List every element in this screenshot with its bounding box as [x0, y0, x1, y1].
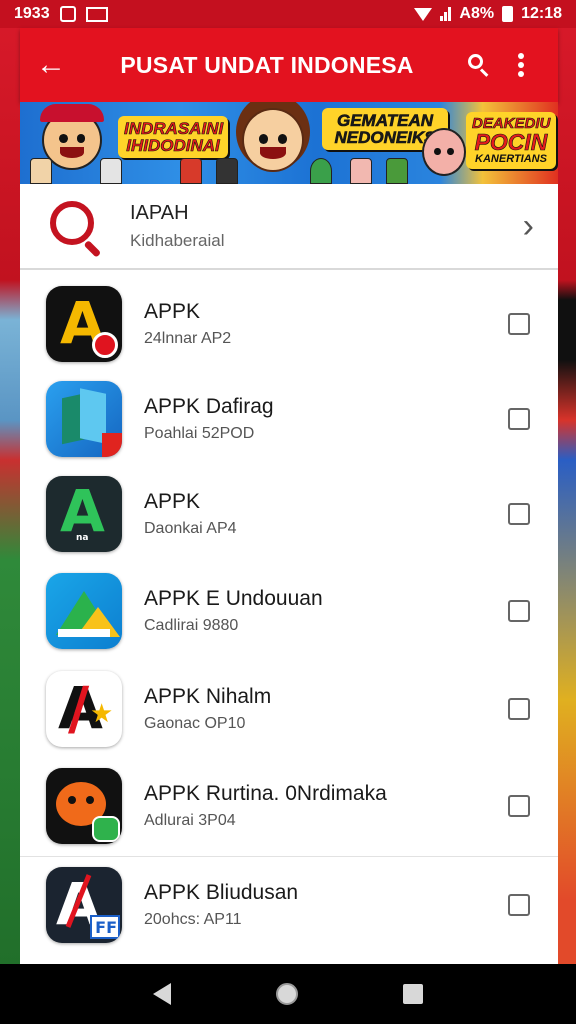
- app-subtitle: Daonkai AP4: [144, 519, 237, 537]
- list-item[interactable]: APPK E Undouuan Cadlirai 9880: [20, 562, 558, 659]
- mini-character: [350, 158, 372, 184]
- select-checkbox[interactable]: [508, 312, 530, 335]
- app-subtitle: Gaonac OP10: [144, 714, 246, 732]
- banner-text-right-small: KANERTIANS: [475, 153, 547, 165]
- app-name: APPK Nihalm: [144, 684, 272, 708]
- header-subtitle: Kidhaberaial: [130, 230, 225, 250]
- mascot-character-center: [242, 108, 304, 172]
- app-name: APPK Rurtina. 0Nrdimaka: [144, 781, 387, 805]
- mini-character: [100, 158, 122, 184]
- mascot-character-pig: [422, 128, 466, 176]
- select-checkbox[interactable]: [508, 794, 530, 817]
- more-options-button[interactable]: [500, 53, 542, 77]
- background-left: [0, 0, 20, 1024]
- status-left-text: 1933: [14, 5, 50, 22]
- red-a-star-icon: A / ★: [46, 670, 122, 747]
- header-title: IAPAH: [130, 201, 189, 224]
- search-magnifier-icon: [48, 199, 102, 258]
- app-name: APPK: [144, 489, 201, 513]
- app-name: APPK: [144, 299, 201, 323]
- orange-mascot-icon: [46, 767, 122, 844]
- battery-percent: A8%: [459, 5, 495, 22]
- wifi-icon: [414, 7, 433, 21]
- select-checkbox[interactable]: [508, 894, 530, 916]
- mini-character: [216, 158, 238, 184]
- app-subtitle: Cadlirai 9880: [144, 616, 239, 634]
- mini-character: [30, 158, 52, 184]
- nav-back-icon[interactable]: [152, 983, 171, 1005]
- letter-a-black-icon: A: [46, 285, 122, 362]
- list-item[interactable]: A / ★ APPK Nihalm Gaonac OP10: [20, 660, 558, 757]
- promo-banner[interactable]: INDRASAINI IHIDODINAI GEMATEAN NEDONEIKS…: [20, 102, 558, 184]
- app-subtitle: 20ohcs: AP11: [144, 911, 242, 928]
- list-item[interactable]: A FF APPK Bliudusan 20ohcs: AP11: [20, 856, 558, 953]
- banner-text-right-big: POCIN: [474, 129, 548, 155]
- app-bar: ← PUSAT UNDAT INDONESA: [20, 28, 558, 102]
- search-icon: [468, 54, 490, 77]
- list-item[interactable]: A APPK 24lnnar AP2: [20, 275, 558, 372]
- status-time: 12:18: [521, 5, 562, 22]
- mini-character: [386, 158, 408, 184]
- list-item[interactable]: APPK Dafirag Poahlai 52POD: [20, 370, 558, 467]
- mini-character: [180, 158, 202, 184]
- battery-icon: [502, 6, 514, 22]
- blue-folder-icon: [46, 380, 122, 457]
- background-right: [556, 0, 576, 1024]
- select-checkbox[interactable]: [508, 599, 530, 622]
- list-item[interactable]: APPK Rurtina. 0Nrdimaka Adlurai 3P04: [20, 757, 558, 854]
- mascot-hat: [40, 104, 104, 122]
- mini-character: [310, 158, 332, 184]
- green-a-dark-icon: A na: [46, 475, 122, 552]
- back-arrow-icon[interactable]: ←: [36, 50, 76, 80]
- app-name: APPK Dafirag: [144, 394, 274, 418]
- banner-text-right: DEAKEDIU POCIN KANERTIANS: [466, 112, 556, 169]
- category-header[interactable]: IAPAH Kidhaberaial ›: [20, 184, 558, 270]
- app-subtitle: 24lnnar AP2: [144, 329, 232, 347]
- signal-icon: [440, 7, 452, 21]
- app-name: APPK Bliudusan: [144, 881, 299, 904]
- nav-home-icon[interactable]: [275, 983, 298, 1005]
- select-checkbox[interactable]: [508, 407, 530, 430]
- app-name: APPK E Undouuan: [144, 586, 323, 610]
- image-notification-icon: [85, 6, 108, 22]
- status-bar: 1933 A8% 12:18: [0, 0, 576, 28]
- chevron-right-icon[interactable]: ›: [523, 209, 542, 243]
- ff-a-icon: A FF: [46, 867, 122, 943]
- page-title: PUSAT UNDAT INDONESA: [120, 51, 414, 78]
- select-checkbox[interactable]: [508, 697, 530, 720]
- banner-text-left: INDRASAINI IHIDODINAI: [118, 116, 228, 158]
- app-subtitle: Adlurai 3P04: [144, 811, 236, 829]
- select-checkbox[interactable]: [508, 502, 530, 525]
- drive-triangle-icon: [46, 572, 122, 649]
- list-item[interactable]: A na APPK Daonkai AP4: [20, 465, 558, 562]
- search-button[interactable]: [458, 54, 500, 77]
- app-subtitle: Poahlai 52POD: [144, 424, 255, 442]
- app-list: A APPK 24lnnar AP2 APPK Dafirag Poahlai …: [20, 270, 558, 964]
- system-nav-bar: [0, 964, 576, 1024]
- more-vert-icon: [518, 53, 524, 77]
- notification-icon: [59, 6, 76, 22]
- nav-recents-icon[interactable]: [403, 984, 424, 1004]
